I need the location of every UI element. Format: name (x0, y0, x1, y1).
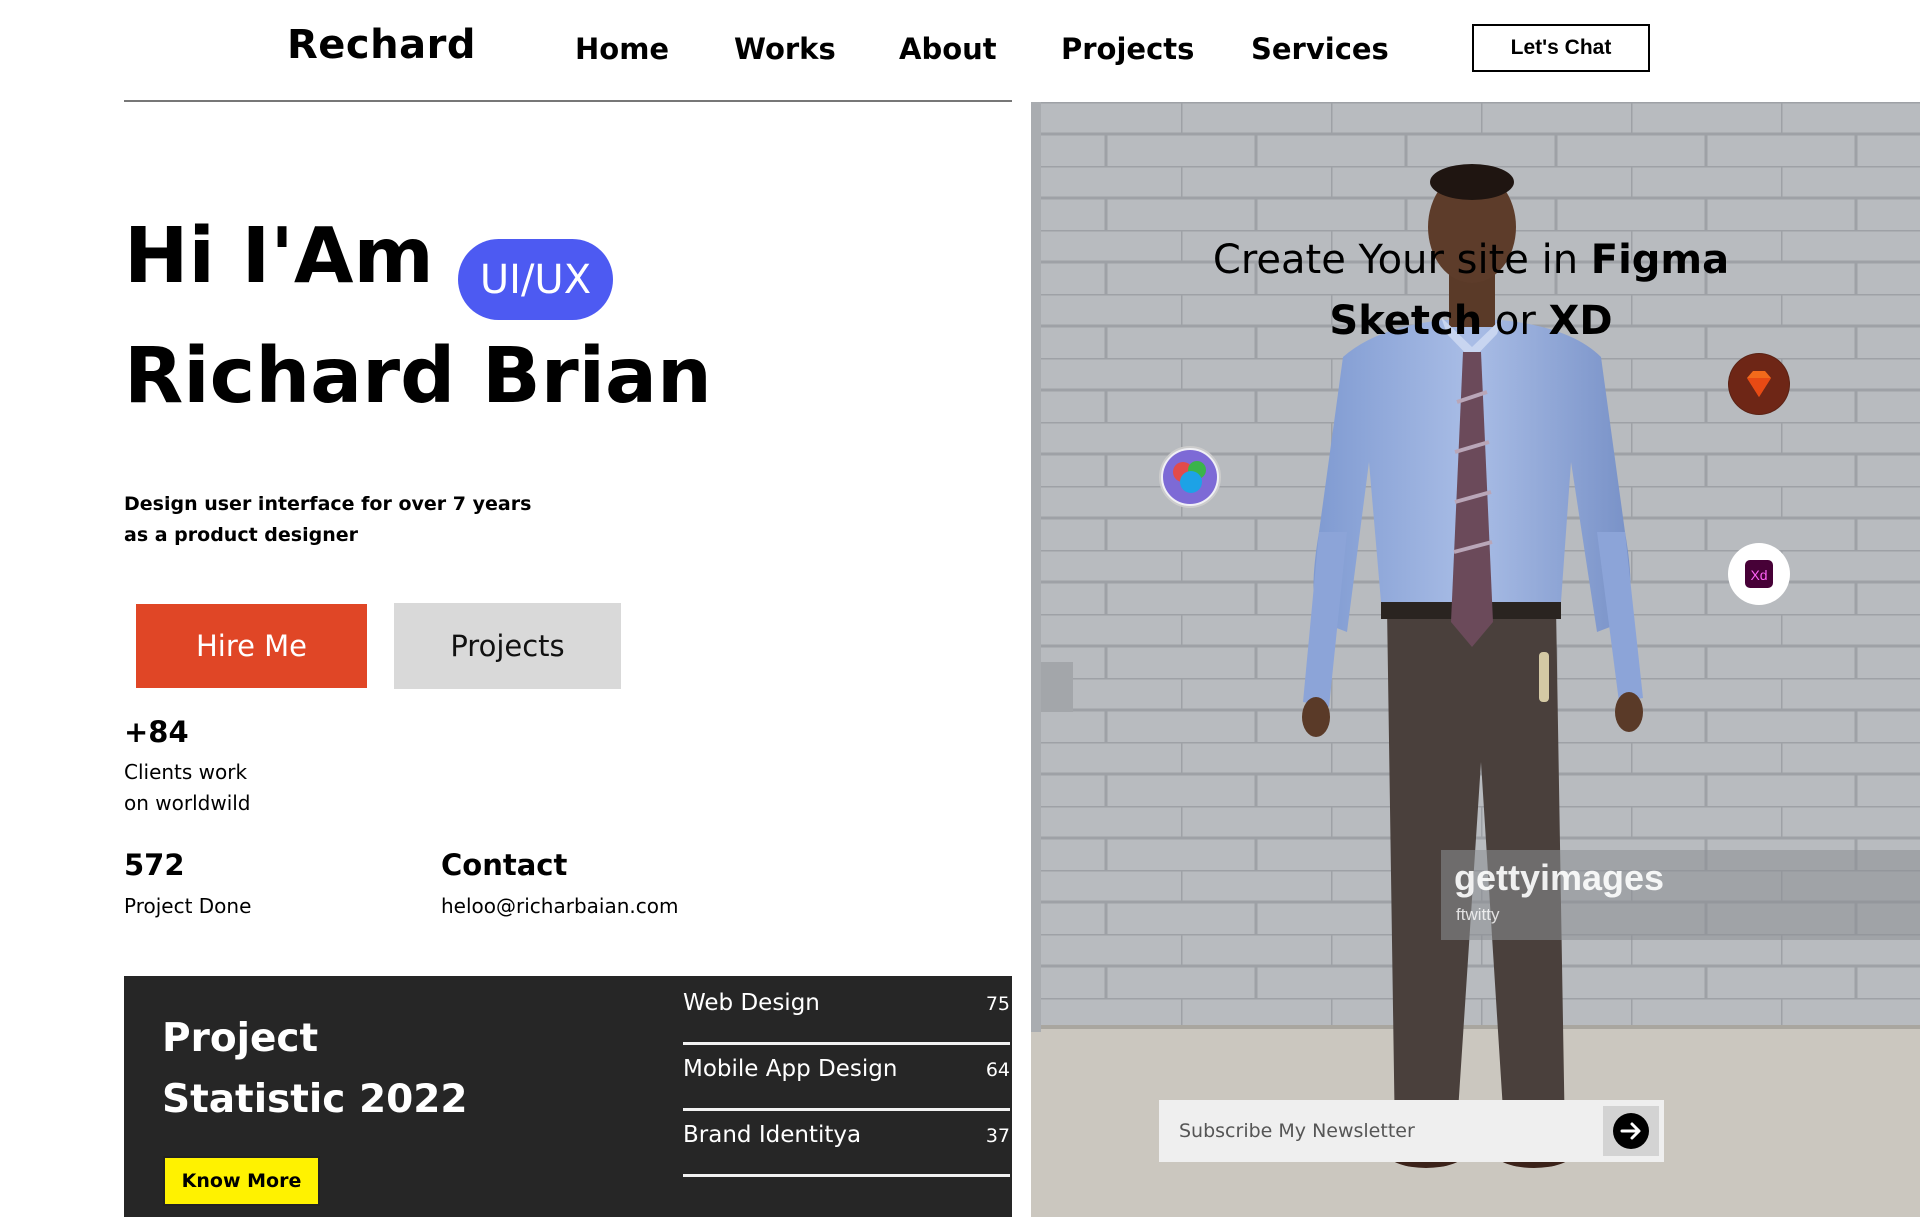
watermark-brand: gettyimages (1454, 857, 1664, 898)
stat-name: Mobile App Design (683, 1056, 898, 1082)
nav-projects[interactable]: Projects (1061, 32, 1194, 66)
clients-label-line-2: on worldwild (124, 791, 251, 815)
hero-photo: gettyimages ftwitty Create Your site in … (1031, 102, 1920, 1217)
description-line-1: Design user interface for over 7 years (124, 493, 532, 515)
panel-title-line-1: Project (162, 1016, 319, 1061)
watermark-credit: ftwitty (1456, 905, 1500, 924)
panel-title: Project Statistic 2022 (162, 1008, 468, 1130)
tagline-tool-xd: XD (1548, 298, 1613, 344)
stat-row-mobile-app: Mobile App Design 64 (683, 1042, 1010, 1111)
xd-icon-graphic: Xd (1745, 560, 1773, 588)
projects-count: 572 (124, 848, 185, 882)
role-badge: UI/UX (458, 239, 613, 320)
clients-count: +84 (124, 715, 189, 749)
description-line-2: as a product designer (124, 524, 358, 546)
promo-tagline: Create Your site in Figma Sketch or XD (1181, 230, 1761, 352)
hero-greeting: Hi I'Am (124, 212, 434, 301)
know-more-button[interactable]: Know More (163, 1156, 320, 1206)
arrow-right-icon (1613, 1113, 1649, 1149)
stat-value: 64 (985, 1059, 1010, 1081)
contact-title: Contact (441, 848, 568, 882)
newsletter-email-input[interactable] (1159, 1100, 1599, 1162)
hire-me-button[interactable]: Hire Me (136, 604, 367, 688)
newsletter-form (1159, 1100, 1664, 1162)
contact-email[interactable]: heloo@richarbaian.com (441, 891, 678, 922)
sketch-icon[interactable] (1728, 353, 1790, 415)
hero-description: Design user interface for over 7 years a… (124, 489, 531, 551)
tagline-or: or (1482, 298, 1549, 344)
tagline-text-1: Create Your site in (1212, 237, 1591, 283)
lets-chat-button[interactable]: Let's Chat (1472, 24, 1650, 72)
clients-label: Clients work on worldwild (124, 757, 251, 819)
nav-home[interactable]: Home (575, 32, 669, 66)
projects-done-label: Project Done (124, 894, 252, 918)
stat-row-brand-identity: Brand Identitya 37 (683, 1108, 1010, 1177)
newsletter-submit-button[interactable] (1603, 1106, 1659, 1156)
clients-label-line-1: Clients work (124, 760, 248, 784)
tagline-tool-figma: Figma (1590, 237, 1730, 283)
nav-services[interactable]: Services (1251, 32, 1389, 66)
nav-about[interactable]: About (899, 32, 997, 66)
stat-value: 37 (985, 1125, 1010, 1147)
figma-icon[interactable] (1159, 446, 1221, 508)
project-statistic-panel: Project Statistic 2022 Know More Web Des… (124, 976, 1012, 1217)
figma-icon-graphic (1163, 450, 1217, 504)
stat-name: Web Design (683, 990, 820, 1016)
svg-text:Xd: Xd (1750, 567, 1767, 583)
header-divider (124, 100, 1012, 102)
xd-icon[interactable]: Xd (1728, 543, 1790, 605)
stat-row-web-design: Web Design 75 (683, 976, 1010, 1045)
panel-title-line-2: Statistic 2022 (162, 1077, 468, 1122)
nav-works[interactable]: Works (734, 32, 836, 66)
stat-name: Brand Identitya (683, 1122, 862, 1148)
projects-button[interactable]: Projects (394, 603, 621, 689)
stat-value: 75 (985, 993, 1010, 1015)
tagline-tool-sketch: Sketch (1329, 298, 1483, 344)
hero-name: Richard Brian (124, 332, 712, 421)
site-logo[interactable]: Rechard (287, 22, 476, 68)
sketch-icon-graphic (1729, 354, 1789, 414)
